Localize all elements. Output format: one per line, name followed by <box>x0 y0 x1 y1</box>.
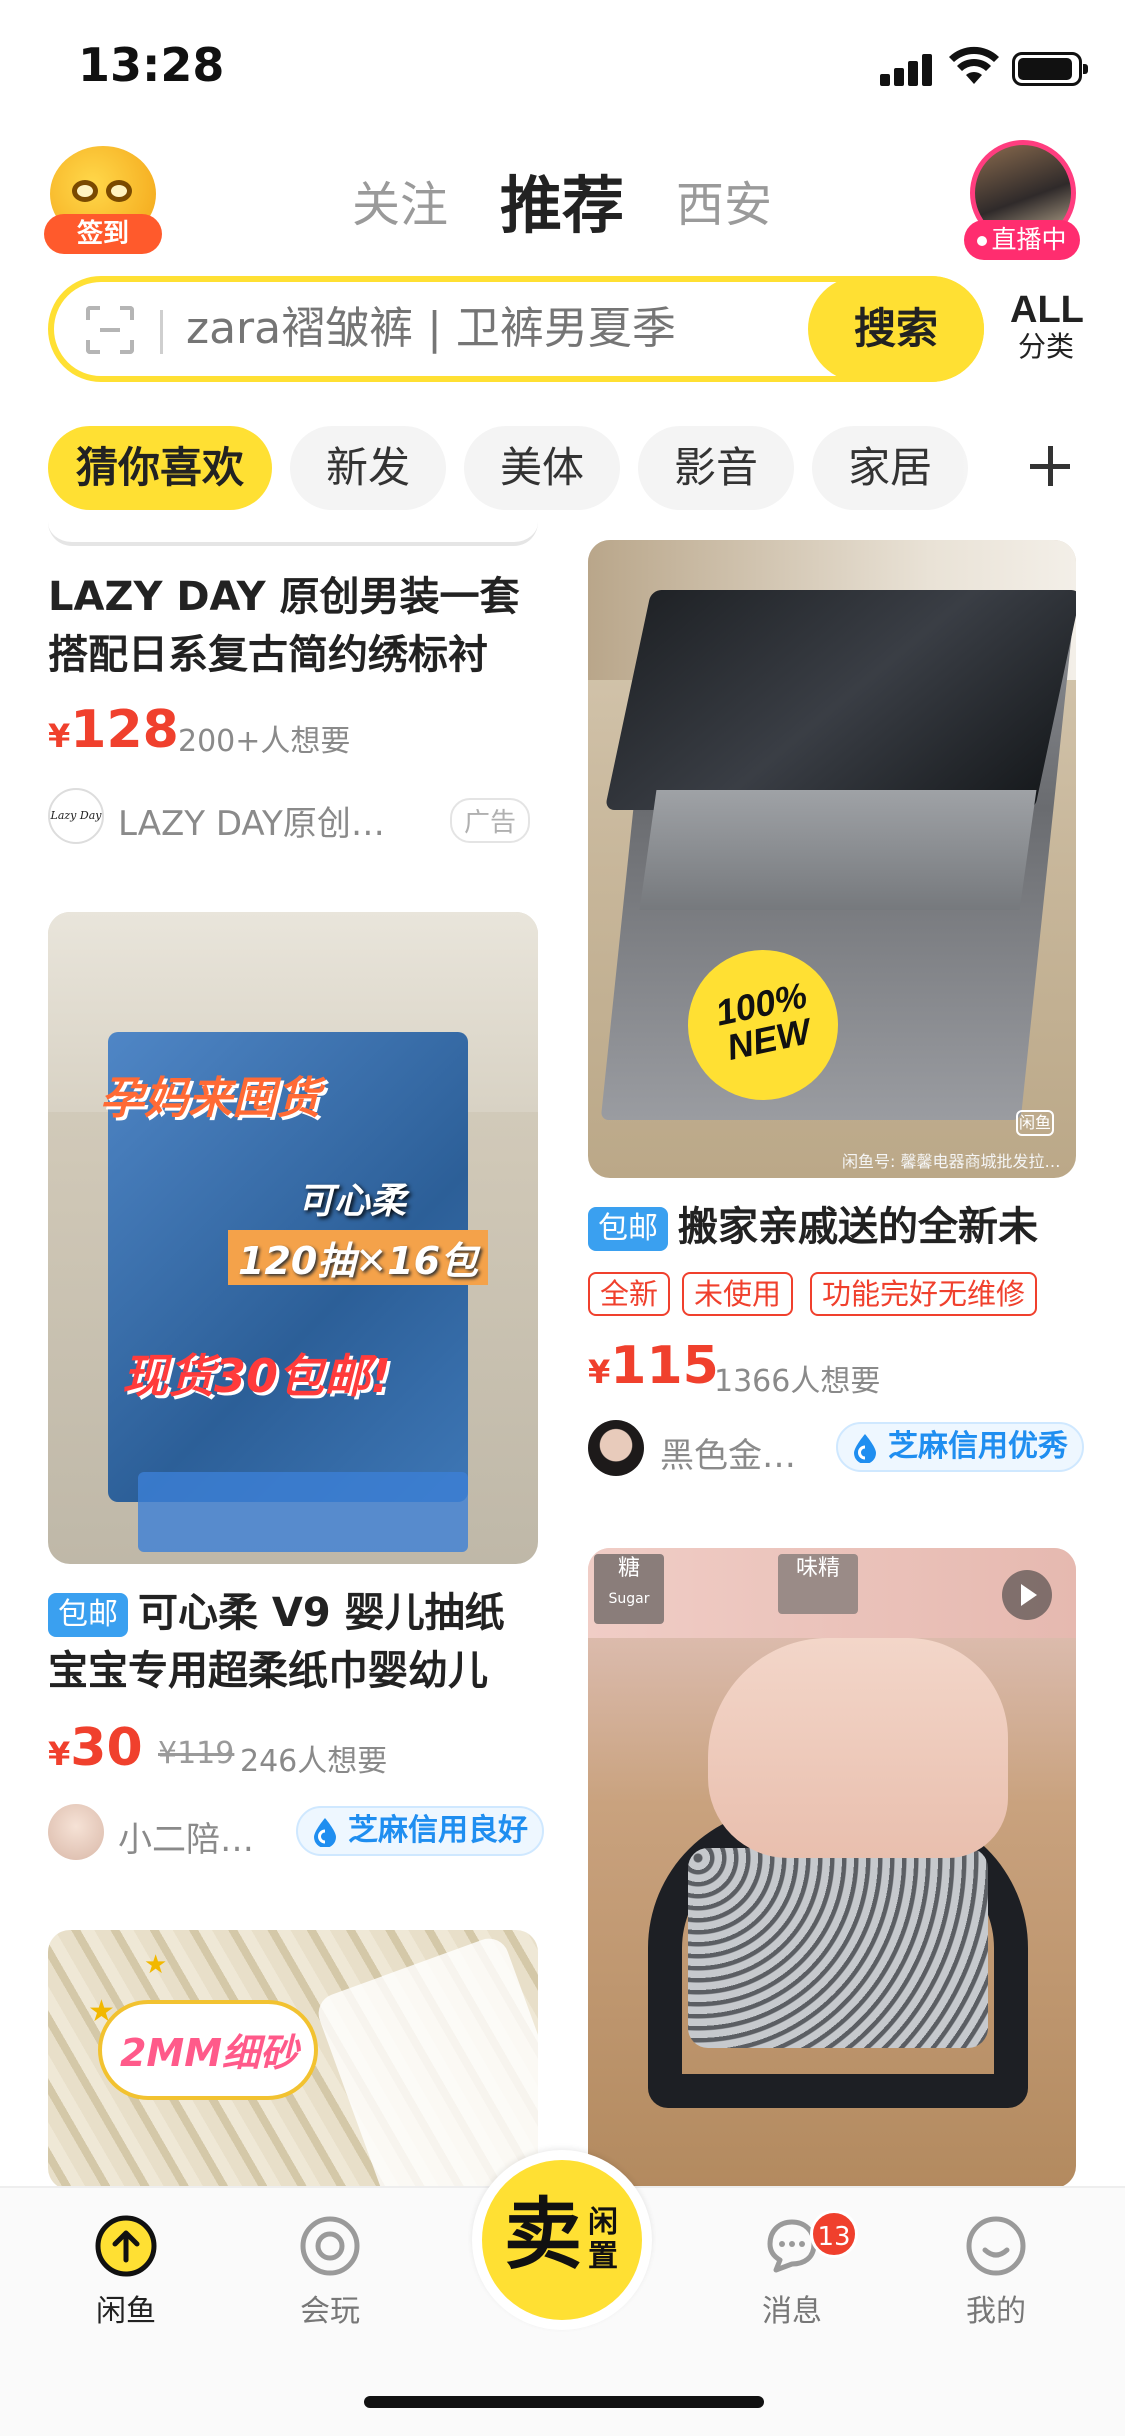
battery-icon <box>1012 52 1088 86</box>
signin-label: 签到 <box>44 214 162 254</box>
category-tab-guess[interactable]: 猜你喜欢 <box>48 426 273 510</box>
litter-image-text: 2MM细砂 <box>119 2031 299 2075</box>
free-shipping-tag: 包邮 <box>588 1207 668 1251</box>
search-button[interactable]: 搜索 <box>808 276 984 382</box>
free-shipping-tag: 包邮 <box>48 1593 128 1637</box>
live-label: 直播中 <box>991 225 1067 254</box>
sesame-credit-icon <box>314 1818 336 1847</box>
smile-face-icon <box>966 2216 1026 2276</box>
credit-badge-2: 芝麻信用良好 <box>296 1806 544 1856</box>
sell-sub-label: 闲置 <box>588 2205 618 2274</box>
tissue-image-text-4: 现货30包邮! <box>122 1349 391 1403</box>
all-categories-bottom: 分类 <box>1017 330 1074 363</box>
product-image-tissue[interactable]: 孕妈来囤货 可心柔 120抽✕16包 现货30包邮! <box>48 912 538 1564</box>
want-count-3: 1366人想要 <box>714 1364 881 1399</box>
seller-avatar-1[interactable]: Lazy Day <box>48 788 104 844</box>
category-tab-new[interactable]: 新发 <box>290 426 447 510</box>
play-icon[interactable] <box>1002 1570 1052 1620</box>
product-image-washer[interactable]: 100% NEW 闲鱼 闲鱼号: 馨馨电器商城批发拉… <box>588 540 1076 1178</box>
image-watermark: 闲鱼号: 馨馨电器商城批发拉… <box>842 1152 1061 1171</box>
seller-name-1[interactable]: LAZY DAY原创… <box>118 796 385 845</box>
want-count-2: 246人想要 <box>240 1744 388 1779</box>
signal-icon <box>880 54 936 86</box>
tag-brand-new: 全新 <box>588 1272 671 1316</box>
category-tab-home[interactable]: 家居 <box>812 426 969 510</box>
original-price-2: ¥119 <box>158 1736 235 1771</box>
ad-tag: 广告 <box>450 798 531 843</box>
target-icon <box>300 2216 360 2276</box>
product-title-3[interactable]: 包邮 搬家亲戚送的全新未 <box>588 1198 1088 1256</box>
seller-avatar-3[interactable] <box>588 1420 644 1476</box>
jar-label-sugar: 糖 <box>617 1556 640 1581</box>
nav-mine[interactable]: 我的 <box>936 2214 1056 2330</box>
jar-label-sugar-en: Sugar <box>608 1591 650 1607</box>
want-count-1: 200+人想要 <box>178 724 351 759</box>
card-image-edge <box>48 520 538 546</box>
product-video-press[interactable]: 糖 Sugar 味精 <box>588 1548 1076 2188</box>
product-image-litter[interactable]: 2MM细砂 ★ ★ <box>48 1930 538 2190</box>
tab-follow[interactable]: 关注 <box>352 165 448 235</box>
all-categories-button[interactable]: ALL 分类 <box>1010 289 1084 364</box>
search-bar: 搜索 <box>48 276 984 382</box>
tissue-image-text-3: 120抽✕16包 <box>228 1230 489 1285</box>
product-price-2: ¥30 <box>48 1718 143 1778</box>
category-tabs: 猜你喜欢 新发 美体 影音 家居 <box>48 426 1048 510</box>
nav-xianyu[interactable]: 闲鱼 <box>66 2214 186 2330</box>
home-indicator[interactable] <box>364 2396 764 2408</box>
sell-button[interactable]: 卖 闲置 <box>472 2150 652 2330</box>
live-dot-icon <box>977 236 988 246</box>
home-arrow-icon <box>95 2215 157 2277</box>
product-price-1: ¥128 <box>48 700 179 760</box>
product-price-3: ¥115 <box>588 1336 719 1396</box>
sell-label: 卖 <box>504 2190 583 2280</box>
all-categories-top: ALL <box>1010 289 1084 331</box>
tab-city[interactable]: 西安 <box>676 165 772 235</box>
product-title-2[interactable]: 包邮 可心柔 V9 婴儿抽纸 宝宝专用超柔纸巾婴幼儿 <box>48 1584 548 1700</box>
sesame-credit-icon <box>854 1434 876 1463</box>
jar-label-msg: 味精 <box>778 1554 858 1614</box>
message-count-badge: 13 <box>810 2210 858 2258</box>
status-bar: 13:28 <box>0 0 1125 130</box>
tab-recommend[interactable]: 推荐 <box>500 155 624 245</box>
product-title-1[interactable]: LAZY DAY 原创男装一套 搭配日系复古简约绣标衬 <box>48 568 548 684</box>
wifi-icon <box>949 46 999 84</box>
seller-name-2[interactable]: 小二陪… <box>118 1812 254 1861</box>
search-input[interactable] <box>186 282 826 376</box>
category-tab-media[interactable]: 影音 <box>638 426 795 510</box>
xianyu-watermark-logo: 闲鱼 <box>1016 1110 1054 1136</box>
status-time: 13:28 <box>78 38 225 92</box>
seller-avatar-2[interactable] <box>48 1804 104 1860</box>
top-tabs: 关注 推荐 西安 <box>352 160 824 242</box>
tag-unused: 未使用 <box>682 1272 794 1316</box>
category-tab-beauty[interactable]: 美体 <box>464 426 621 510</box>
add-category-icon[interactable] <box>1030 446 1070 486</box>
nav-play[interactable]: 会玩 <box>270 2214 390 2330</box>
live-button[interactable]: 直播中 <box>964 140 1080 260</box>
tissue-image-text-1: 孕妈来囤货 <box>100 1073 320 1124</box>
signin-button[interactable]: 签到 <box>44 146 162 254</box>
tissue-image-text-2: 可心柔 <box>298 1181 407 1222</box>
credit-badge-3: 芝麻信用优秀 <box>836 1422 1084 1472</box>
scan-icon[interactable] <box>86 306 134 354</box>
tag-works-fine: 功能完好无维修 <box>810 1272 1038 1316</box>
seller-name-3[interactable]: 黑色金… <box>660 1428 796 1477</box>
